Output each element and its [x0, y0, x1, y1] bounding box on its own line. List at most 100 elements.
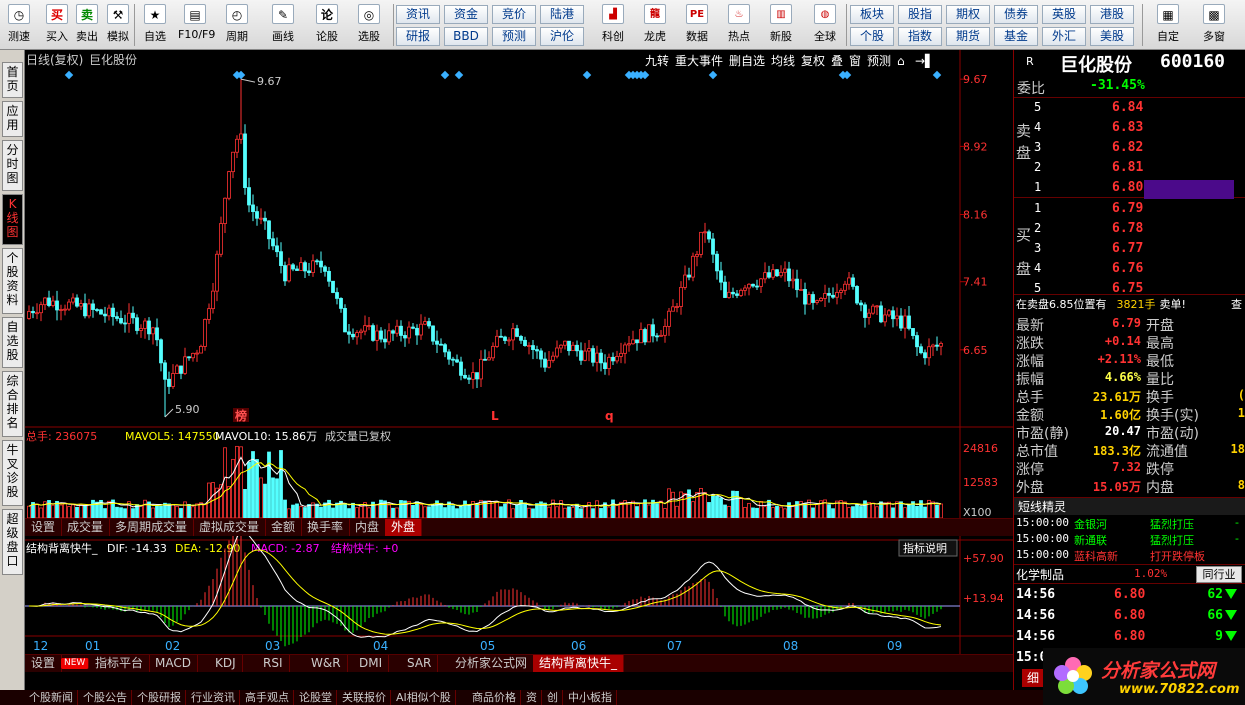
subtab-3[interactable]: MACD [149, 655, 198, 672]
toolbar-market-button[interactable]: 板块 [850, 5, 894, 24]
chart-tool-button[interactable]: 删自选 [729, 54, 765, 68]
kline-chart-area[interactable]: 9.67 8.92 8.16 7.41 6.65 日线(复权) 巨化股份 9.67 5.90 榜 L… [25, 50, 1013, 690]
bottom-tab-5[interactable]: 论股堂 [295, 690, 337, 705]
subtab-10[interactable]: 结构背离快牛_ [533, 655, 625, 672]
bottom-tab-9[interactable]: 资 [522, 690, 542, 705]
chart-tool-button[interactable]: 复权 [801, 54, 825, 68]
subtab-6[interactable]: W&R [305, 655, 348, 672]
toolbar-market-button[interactable]: 美股 [1090, 27, 1134, 46]
elf-stock[interactable]: 新通联 [1074, 532, 1107, 548]
toolbar-grid-button[interactable]: 研报 [396, 27, 440, 46]
left-tab-1[interactable]: 应用 [2, 101, 23, 137]
bid-price[interactable]: 6.76 [1112, 261, 1143, 276]
chart-tool-button[interactable]: ⌂ [897, 54, 905, 68]
subtab-1[interactable]: 成交量 [61, 519, 111, 536]
ask-price[interactable]: 6.81 [1112, 160, 1143, 175]
left-tab-3[interactable]: K线图 [2, 194, 23, 245]
toolbar-market-button[interactable]: 债券 [994, 5, 1038, 24]
toolbar-market-button[interactable]: 基金 [994, 27, 1038, 46]
toolbar-select-button[interactable]: ◎ 选股 [352, 2, 386, 48]
left-tab-5[interactable]: 自选股 [2, 317, 23, 368]
bottom-tab-8[interactable]: 商品价格 [468, 690, 521, 705]
left-tab-4[interactable]: 个股资料 [2, 248, 23, 314]
toolbar-pen-button[interactable]: ✎ 画线 [266, 2, 300, 48]
toolbar-grid-button[interactable]: 竞价 [492, 5, 536, 24]
toolbar-sell-button[interactable]: 卖卖出 [70, 2, 104, 48]
bid-price[interactable]: 6.78 [1112, 221, 1143, 236]
subtab-2[interactable]: 多周期成交量 [109, 519, 195, 536]
elf-stock[interactable]: 蓝科高新 [1074, 548, 1118, 564]
ask-price[interactable]: 6.83 [1112, 120, 1143, 135]
subtab-0[interactable]: 设置 [25, 655, 63, 672]
toolbar-hot-button[interactable]: ♨ 热点 [720, 2, 758, 48]
bid-price[interactable]: 6.79 [1112, 201, 1143, 216]
chart-tool-button[interactable]: 预测 [867, 54, 891, 68]
toolbar-multiwin-button[interactable]: ▩ 多窗 [1194, 2, 1234, 48]
bottom-tab-4[interactable]: 高手观点 [241, 690, 294, 705]
chart-tool-button[interactable]: 重大事件 [675, 54, 723, 68]
subtab-4[interactable]: 金额 [265, 519, 303, 536]
left-tab-7[interactable]: 牛叉诊股 [2, 440, 23, 506]
left-tab-2[interactable]: 分时图 [2, 140, 23, 191]
subtab-9[interactable]: 分析家公式网 [449, 655, 535, 672]
detail-button[interactable]: 细 [1022, 669, 1044, 687]
bottom-tab-3[interactable]: 行业资讯 [187, 690, 240, 705]
subtab-8[interactable]: SAR [401, 655, 439, 672]
toolbar-market-button[interactable]: 个股 [850, 27, 894, 46]
toolbar-buy-button[interactable]: 买买入 [40, 2, 74, 48]
toolbar-market-button[interactable]: 期权 [946, 5, 990, 24]
toolbar-market-button[interactable]: 指数 [898, 27, 942, 46]
subtab-7[interactable]: 外盘 [385, 519, 423, 536]
toolbar-f10-button[interactable]: ▤ F10/F9 [178, 2, 215, 48]
subtab-3[interactable]: 虚拟成交量 [193, 519, 267, 536]
chart-tool-button[interactable]: →▌ [915, 53, 934, 68]
bottom-tab-6[interactable]: 关联报价 [338, 690, 391, 705]
ask-price[interactable]: 6.82 [1112, 140, 1143, 155]
bottom-tab-1[interactable]: 个股公告 [79, 690, 132, 705]
toolbar-star-button[interactable]: ★ 自选 [138, 2, 172, 48]
chart-tool-button[interactable]: 均线 [771, 54, 795, 68]
left-tab-0[interactable]: 首页 [2, 62, 23, 98]
bottom-tab-10[interactable]: 创 [543, 690, 563, 705]
ask-price[interactable]: 6.84 [1112, 100, 1143, 115]
toolbar-grid-button[interactable]: BBD [444, 27, 488, 46]
subtab-2[interactable]: 指标平台 [89, 655, 151, 672]
bid-price[interactable]: 6.75 [1112, 281, 1143, 296]
toolbar-globe-button[interactable]: ◍ 全球 [806, 2, 844, 48]
toolbar-ipo-button[interactable]: ▥ 新股 [762, 2, 800, 48]
toolbar-discuss-button[interactable]: 论论股 [310, 2, 344, 48]
toolbar-hammer-button[interactable]: ⚒ 模拟 [101, 2, 135, 48]
notice-query-button[interactable]: 查 [1231, 297, 1242, 313]
toolbar-grid-button[interactable]: 沪伦 [540, 27, 584, 46]
toolbar-market-button[interactable]: 英股 [1042, 5, 1086, 24]
subtab-6[interactable]: 内盘 [349, 519, 387, 536]
toolbar-market-button[interactable]: 股指 [898, 5, 942, 24]
bottom-tab-7[interactable]: AI相似个股 [392, 690, 456, 705]
chart-tool-button[interactable]: 窗 [849, 54, 861, 68]
same-industry-button[interactable]: 同行业 [1196, 566, 1242, 583]
toolbar-market-button[interactable]: 期货 [946, 27, 990, 46]
toolbar-market-button[interactable]: 外汇 [1042, 27, 1086, 46]
chart-tool-button[interactable]: 叠 [831, 54, 843, 68]
subtab-5[interactable]: 换手率 [301, 519, 351, 536]
toolbar-clock-button[interactable]: ◷ 测速 [2, 2, 36, 48]
subtab-7[interactable]: DMI [353, 655, 390, 672]
toolbar-grid-button[interactable]: 陆港 [540, 5, 584, 24]
toolbar-pe-button[interactable]: PE 数据 [678, 2, 716, 48]
sector-name[interactable]: 化学制品 [1016, 566, 1064, 583]
bottom-tab-0[interactable]: 个股新闻 [25, 690, 78, 705]
chart-tool-button[interactable]: 九转 [645, 53, 669, 68]
toolbar-grid-button[interactable]: 资讯 [396, 5, 440, 24]
bottom-tab-11[interactable]: 中小板指 [564, 690, 617, 705]
toolbar-market-button[interactable]: 港股 [1090, 5, 1134, 24]
elf-stock[interactable]: 金银河 [1074, 516, 1107, 532]
subtab-4[interactable]: KDJ [209, 655, 243, 672]
left-tab-8[interactable]: 超级盘口 [2, 509, 23, 575]
toolbar-chart-button[interactable]: ▟ 科创 [594, 2, 632, 48]
subtab-5[interactable]: RSI [257, 655, 290, 672]
toolbar-grid-button[interactable]: 资金 [444, 5, 488, 24]
ask-price[interactable]: 6.80 [1112, 180, 1143, 195]
left-tab-6[interactable]: 综合排名 [2, 371, 23, 437]
bottom-tab-2[interactable]: 个股研报 [133, 690, 186, 705]
subtab-0[interactable]: 设置 [25, 519, 63, 536]
